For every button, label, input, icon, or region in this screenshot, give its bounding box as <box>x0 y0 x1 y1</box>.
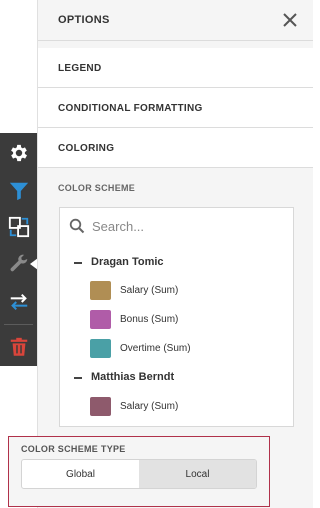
color-scheme-type-heading: COLOR SCHEME TYPE <box>21 444 126 454</box>
global-option-button[interactable]: Global <box>22 460 139 488</box>
filter-icon <box>8 180 30 202</box>
color-swatch[interactable] <box>90 310 111 329</box>
item-toolbar <box>0 133 38 366</box>
interactivity-tool[interactable] <box>0 209 37 245</box>
panel-title: OPTIONS <box>58 14 110 26</box>
options-tool[interactable] <box>0 135 37 171</box>
interactivity-icon <box>8 216 30 238</box>
item-label: Overtime (Sum) <box>120 343 191 354</box>
group-row[interactable]: Dragan Tomic <box>60 251 293 275</box>
search-box <box>60 208 293 244</box>
section-label: COLORING <box>58 143 115 154</box>
color-scheme-heading: COLOR SCHEME <box>58 183 136 193</box>
convert-tool[interactable] <box>0 284 37 320</box>
wrench-icon <box>8 253 30 275</box>
toolbar-divider <box>4 324 33 325</box>
close-icon <box>281 13 299 33</box>
collapse-icon[interactable] <box>74 262 82 264</box>
section-label: CONDITIONAL FORMATTING <box>58 103 203 114</box>
section-conditional-formatting[interactable]: CONDITIONAL FORMATTING <box>38 88 313 128</box>
list-item[interactable]: Salary (Sum) <box>60 279 293 303</box>
item-label: Bonus (Sum) <box>120 314 179 325</box>
section-legend[interactable]: LEGEND <box>38 48 313 88</box>
convert-icon <box>8 291 30 313</box>
list-item[interactable]: Bonus (Sum) <box>60 308 293 332</box>
collapse-icon[interactable] <box>74 377 82 379</box>
section-label: LEGEND <box>58 63 102 74</box>
item-label: Salary (Sum) <box>120 285 179 296</box>
search-input[interactable] <box>92 215 282 237</box>
local-option-button[interactable]: Local <box>139 460 256 488</box>
list-item[interactable]: Salary (Sum) <box>60 395 293 419</box>
search-icon <box>69 218 85 234</box>
color-swatch[interactable] <box>90 397 111 416</box>
gear-icon <box>8 142 30 164</box>
group-row[interactable]: Matthias Berndt <box>60 366 293 390</box>
filter-tool[interactable] <box>0 173 37 209</box>
close-button[interactable] <box>281 11 299 29</box>
trash-icon <box>8 336 30 358</box>
list-item[interactable]: Overtime (Sum) <box>60 337 293 361</box>
color-swatch[interactable] <box>90 339 111 358</box>
group-label: Dragan Tomic <box>91 256 164 268</box>
delete-tool[interactable] <box>0 329 37 365</box>
group-label: Matthias Berndt <box>91 371 175 383</box>
options-panel: OPTIONS LEGEND CONDITIONAL FORMATTING CO… <box>37 0 313 508</box>
section-coloring[interactable]: COLORING <box>38 128 313 168</box>
item-label: Salary (Sum) <box>120 401 179 412</box>
color-scheme-type-toggle: Global Local <box>21 459 257 489</box>
color-swatch[interactable] <box>90 281 111 300</box>
color-scheme-list: Dragan Tomic Salary (Sum) Bonus (Sum) Ov… <box>59 207 294 427</box>
panel-header: OPTIONS <box>38 0 313 41</box>
color-scheme-type-section: COLOR SCHEME TYPE Global Local <box>8 436 270 507</box>
